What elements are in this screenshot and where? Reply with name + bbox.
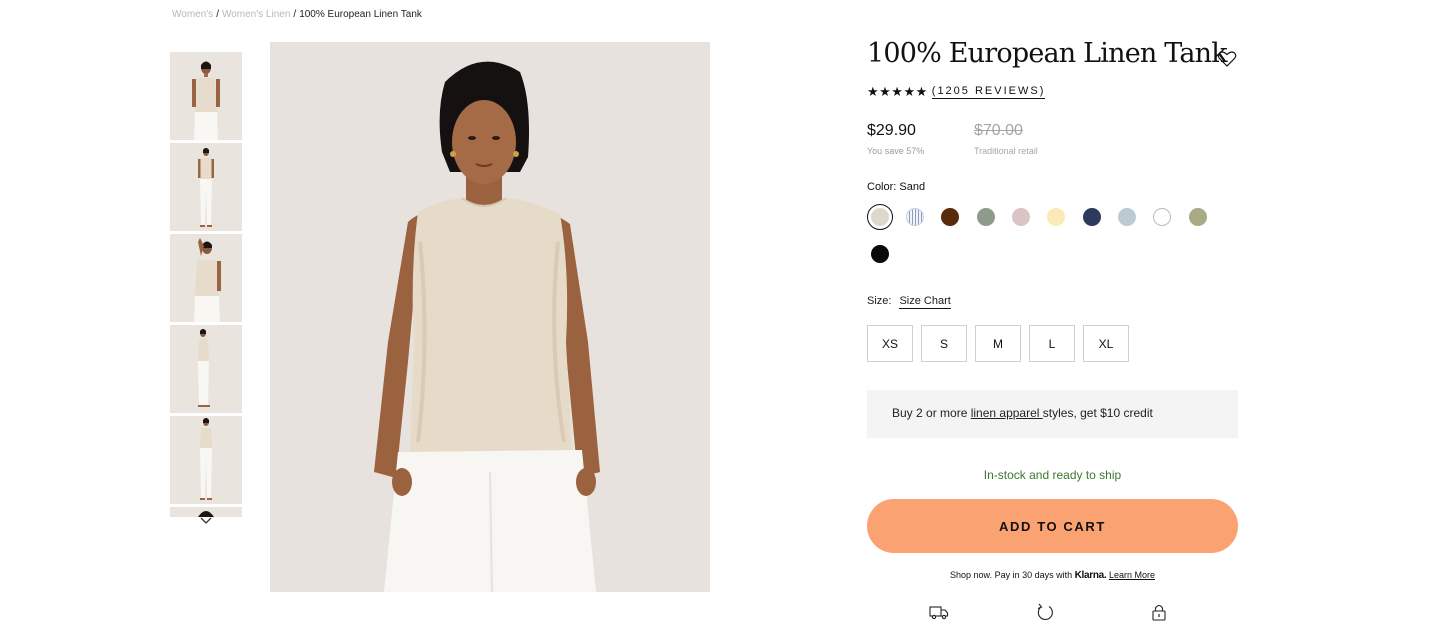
breadcrumb: Women's / Women's Linen/100% European Line… [172, 9, 422, 20]
thumbnail-3[interactable] [170, 234, 242, 322]
size-xs-button[interactable]: XS [867, 325, 913, 362]
size-xl-button[interactable]: XL [1083, 325, 1129, 362]
promo-text-end: styles, get $10 credit [1042, 406, 1153, 420]
swatch-brown[interactable] [941, 208, 959, 226]
chevron-down-icon[interactable] [198, 514, 214, 528]
product-details: 100% European Linen Tank ★★★★★ (1205 REV… [867, 32, 1239, 621]
product-main-image [270, 42, 710, 592]
swatch-light-blue[interactable] [1118, 208, 1136, 226]
swatch-pink[interactable] [1012, 208, 1030, 226]
reviews-link[interactable]: (1205 REVIEWS) [931, 85, 1046, 99]
klarna-learn-more-link[interactable]: Learn More [1109, 570, 1155, 580]
heart-icon[interactable] [1217, 50, 1237, 68]
promo-text: Buy 2 or more [892, 406, 971, 420]
breadcrumb-separator: / [293, 9, 297, 20]
sale-price: $29.90 [867, 122, 916, 139]
size-l-button[interactable]: L [1029, 325, 1075, 362]
klarna-note: Shop now. Pay in 30 days with Klarna. Le… [867, 570, 1238, 581]
swatch-sand-selected-ring[interactable] [867, 204, 893, 230]
size-options: XS S M L XL [867, 325, 1129, 362]
star-rating-icon: ★★★★★ [867, 84, 928, 99]
size-s-button[interactable]: S [921, 325, 967, 362]
stock-status: In-stock and ready to ship [983, 468, 1122, 482]
feature-icons [867, 602, 1238, 624]
klarna-logo: Klarna. [1074, 570, 1107, 581]
size-chart-link[interactable]: Size Chart [899, 295, 951, 309]
swatch-navy[interactable] [1083, 208, 1101, 226]
promo-link[interactable]: linen apparel [971, 406, 1043, 420]
swatch-stripe[interactable] [906, 208, 924, 226]
thumbnail-1[interactable] [170, 52, 242, 140]
thumbnail-2[interactable] [170, 143, 242, 231]
swatch-sand[interactable] [870, 207, 889, 226]
size-row: Size: Size Chart [867, 295, 951, 309]
breadcrumb-separator: / [216, 9, 219, 20]
rating: ★★★★★ (1205 REVIEWS) [867, 84, 1046, 100]
size-m-button[interactable]: M [975, 325, 1021, 362]
breadcrumb-link-womens[interactable]: Women's [172, 9, 213, 20]
truck-icon [929, 602, 949, 622]
promo-banner: Buy 2 or more linen apparel styles, get … [867, 390, 1238, 438]
klarna-text: Shop now. Pay in 30 days with [950, 570, 1075, 580]
swatch-butter[interactable] [1047, 208, 1065, 226]
swatch-olive[interactable] [1189, 208, 1207, 226]
swatch-white[interactable] [1153, 208, 1171, 226]
lock-icon [1149, 602, 1169, 622]
thumbnail-strip [170, 52, 243, 520]
add-to-cart-button[interactable]: ADD TO CART [867, 499, 1238, 553]
swatch-black[interactable] [871, 245, 889, 263]
breadcrumb-current: 100% European Linen Tank [299, 9, 422, 20]
swatch-sage[interactable] [977, 208, 995, 226]
return-icon [1035, 602, 1055, 622]
thumbnail-5[interactable] [170, 416, 242, 504]
color-label: Color: Sand [867, 181, 926, 193]
size-label: Size: [867, 295, 892, 307]
savings-note: You save 57% [867, 146, 925, 156]
product-title: 100% European Linen Tank [867, 38, 1228, 69]
thumbnail-4[interactable] [170, 325, 242, 413]
breadcrumb-link-womens-linen[interactable]: Women's Linen [222, 9, 290, 20]
retail-note: Traditional retail [974, 146, 1038, 156]
original-price: $70.00 [974, 122, 1023, 139]
